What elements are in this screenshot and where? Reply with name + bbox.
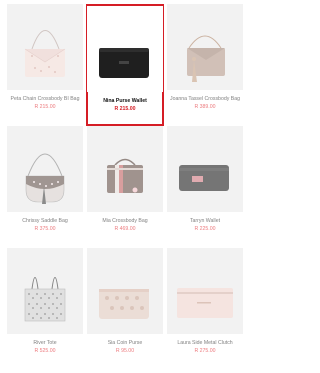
product-card-joanna-tassel[interactable]: Joanna Tassel Crossbody Bag R 389.00 [166, 4, 244, 126]
product-image[interactable] [87, 6, 163, 92]
product-title[interactable]: River Tote [33, 340, 56, 346]
product-card-river-tote[interactable]: River Tote R 525.00 [6, 248, 84, 370]
crossbody-bag-icon [107, 158, 143, 193]
product-image[interactable] [7, 4, 83, 90]
product-price: R 389.00 [194, 104, 216, 110]
crossbody-bag-icon [24, 30, 66, 77]
product-card-peta-chain[interactable]: Peta Chain Crossbody BI Bag R 215.00 [6, 4, 84, 126]
tote-bag-icon [24, 277, 66, 322]
product-price: R 215.00 [114, 106, 136, 112]
product-card-mia-crossbody[interactable]: Mia Crossbody Bag R 469.00 [86, 126, 164, 248]
product-card-nina-purse[interactable]: Nina Purse Wallet R 215.00 [86, 4, 164, 126]
product-title[interactable]: Laura Side Metal Clutch [177, 340, 232, 346]
coin-purse-icon [99, 289, 149, 319]
product-image[interactable] [87, 248, 163, 334]
product-title[interactable]: Sia Coin Purse [108, 340, 143, 346]
product-price: R 225.00 [194, 226, 216, 232]
product-card-tarryn-wallet[interactable]: Tarryn Wallet R 225.00 [166, 126, 244, 248]
product-price: R 95.00 [115, 348, 135, 354]
product-title[interactable]: Chrissy Saddle Bag [22, 218, 68, 224]
product-price: R 469.00 [114, 226, 136, 232]
product-image[interactable] [7, 126, 83, 212]
product-image[interactable] [167, 126, 243, 212]
product-grid: Peta Chain Crossbody BI Bag R 215.00 Nin… [6, 4, 244, 370]
product-title[interactable]: Peta Chain Crossbody BI Bag [11, 96, 80, 102]
tassel-bag-icon [187, 35, 225, 82]
product-image[interactable] [167, 4, 243, 90]
product-title[interactable]: Mia Crossbody Bag [102, 218, 147, 224]
product-price: R 375.00 [34, 226, 56, 232]
product-title[interactable]: Nina Purse Wallet [103, 98, 147, 104]
purse-wallet-icon [99, 48, 149, 78]
product-card-chrissy-saddle[interactable]: Chrissy Saddle Bag R 375.00 [6, 126, 84, 248]
product-card-sia-coin-purse[interactable]: Sia Coin Purse R 95.00 [86, 248, 164, 370]
product-image[interactable] [87, 126, 163, 212]
clutch-icon [177, 288, 233, 318]
product-price: R 215.00 [34, 104, 56, 110]
wallet-icon [179, 165, 229, 191]
saddle-bag-icon [25, 153, 65, 204]
product-title[interactable]: Tarryn Wallet [190, 218, 220, 224]
product-price: R 525.00 [34, 348, 56, 354]
product-card-laura-clutch[interactable]: Laura Side Metal Clutch R 275.00 [166, 248, 244, 370]
product-image[interactable] [7, 248, 83, 334]
product-title[interactable]: Joanna Tassel Crossbody Bag [170, 96, 240, 102]
product-image[interactable] [167, 248, 243, 334]
product-price: R 275.00 [194, 348, 216, 354]
